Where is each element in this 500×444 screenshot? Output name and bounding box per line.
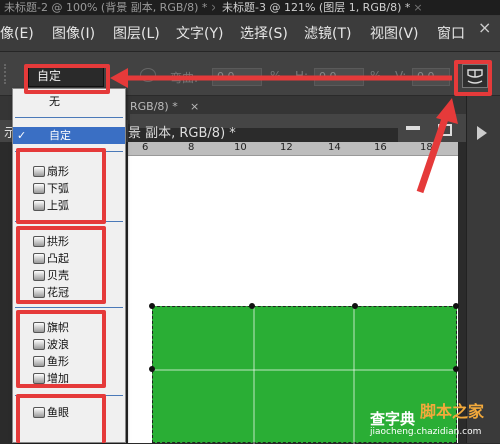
- watermark-brand: 脚本之家: [420, 402, 485, 421]
- watermark-site: 查字典: [370, 410, 416, 428]
- annotation-arrows: [110, 68, 458, 194]
- arrow-head-left: [110, 68, 128, 88]
- watermark-url: jiaocheng.chazidian.com: [370, 427, 482, 437]
- arrow-head-up: [436, 98, 458, 124]
- arrow-line-up: [416, 108, 452, 194]
